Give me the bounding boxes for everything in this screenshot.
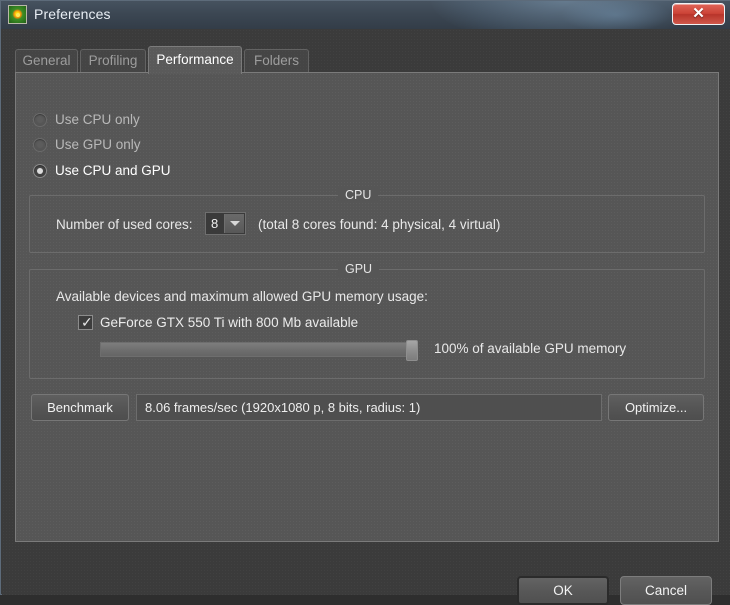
radio-button-selected-icon <box>33 164 47 178</box>
radio-use-gpu-only-label: Use GPU only <box>55 137 141 152</box>
gpu-memory-percent-text: 100% of available GPU memory <box>434 341 627 356</box>
cpu-cores-select[interactable]: 8 <box>205 212 246 235</box>
tab-profiling[interactable]: Profiling <box>80 49 146 72</box>
cancel-button[interactable]: Cancel <box>620 576 712 605</box>
cpu-cores-info-text: (total 8 cores found: 4 physical, 4 virt… <box>258 217 501 232</box>
checkmark-icon: ✓ <box>81 314 93 330</box>
chevron-down-icon[interactable] <box>224 214 244 233</box>
ok-button[interactable]: OK <box>517 576 609 605</box>
gpu-devices-label: Available devices and maximum allowed GP… <box>56 289 428 304</box>
window-title: Preferences <box>34 6 111 22</box>
tab-general[interactable]: General <box>15 49 78 72</box>
gpu-memory-slider[interactable] <box>100 340 418 361</box>
gpu-memory-slider-fill <box>101 343 412 356</box>
titlebar-glow-secondary-decoration <box>561 1 671 29</box>
radio-button-icon <box>33 113 47 127</box>
cpu-group-box: CPU Number of used cores: 8 (total 8 cor… <box>29 188 705 253</box>
titlebar-glow-decoration <box>431 1 701 29</box>
benchmark-result-field: 8.06 frames/sec (1920x1080 p, 8 bits, ra… <box>136 394 602 421</box>
close-button[interactable]: ✕ <box>672 3 725 25</box>
radio-use-cpu-and-gpu-label: Use CPU and GPU <box>55 163 171 178</box>
dialog-body: General Profiling Performance Folders Us… <box>2 29 730 605</box>
tab-folders[interactable]: Folders <box>244 49 309 72</box>
flower-icon <box>8 5 27 24</box>
preferences-window: Preferences ✕ General Profiling Performa… <box>0 0 730 605</box>
cpu-cores-label: Number of used cores: <box>56 217 193 232</box>
cpu-cores-value: 8 <box>211 216 219 231</box>
gpu-memory-slider-handle[interactable] <box>406 340 418 361</box>
close-icon: ✕ <box>692 5 705 22</box>
gpu-device-label: GeForce GTX 550 Ti with 800 Mb available <box>100 315 359 330</box>
title-bar: Preferences ✕ <box>1 1 730 29</box>
gpu-group-title: GPU <box>338 262 380 276</box>
radio-button-icon <box>33 138 47 152</box>
benchmark-button[interactable]: Benchmark <box>31 394 129 421</box>
cpu-group-title: CPU <box>338 188 379 202</box>
tab-strip: General Profiling Performance Folders <box>15 46 719 74</box>
tab-performance[interactable]: Performance <box>148 46 242 74</box>
flower-center <box>15 12 20 17</box>
gpu-group-box: GPU Available devices and maximum allowe… <box>29 262 705 379</box>
performance-tab-panel: Use CPU only Use GPU only Use CPU and GP… <box>15 72 719 542</box>
optimize-button[interactable]: Optimize... <box>608 394 704 421</box>
checkbox-checked-icon[interactable]: ✓ <box>78 314 93 330</box>
radio-use-cpu-only-label: Use CPU only <box>55 112 140 127</box>
